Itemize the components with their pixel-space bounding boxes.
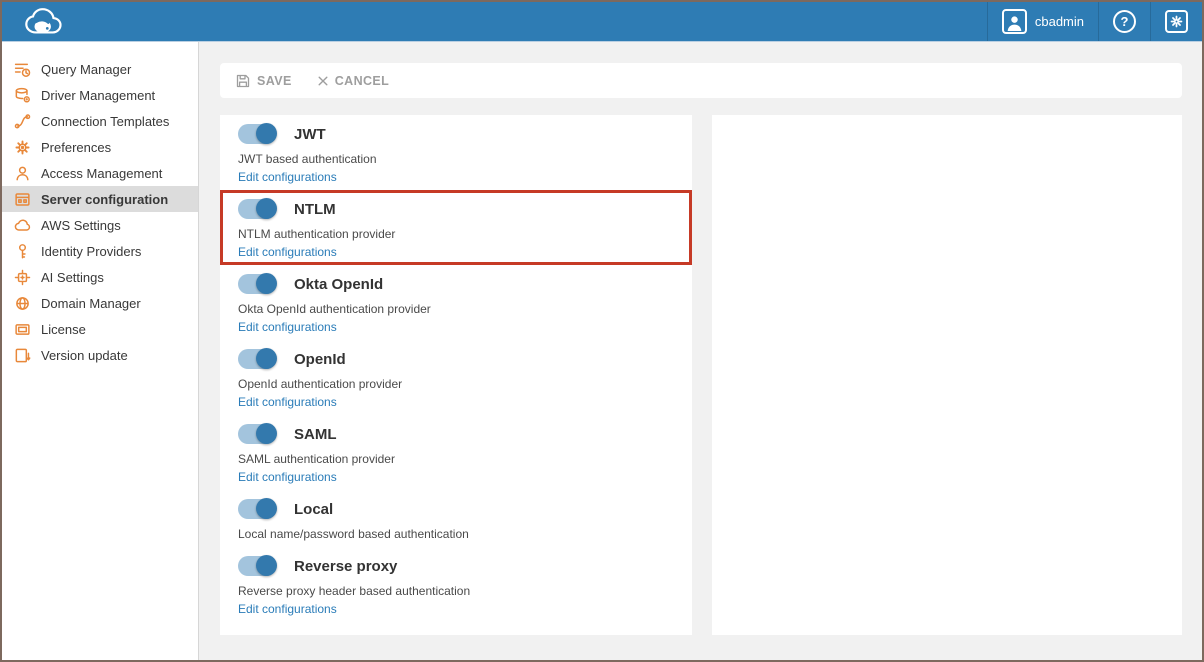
provider-name: NTLM <box>294 201 336 218</box>
save-button[interactable]: SAVE <box>236 74 292 88</box>
provider-description: Reverse proxy header based authenticatio… <box>238 584 674 598</box>
sidebar-item-aws-settings[interactable]: AWS Settings <box>2 212 198 238</box>
user-avatar-icon <box>1002 9 1027 34</box>
sidebar-item-connection-templates[interactable]: Connection Templates <box>2 108 198 134</box>
app-window: cbadmin ? <box>2 2 1202 660</box>
provider-description: JWT based authentication <box>238 152 674 166</box>
provider-name: OpenId <box>294 351 346 368</box>
detail-panel <box>712 115 1182 635</box>
app-logo <box>2 2 68 41</box>
provider-jwt: JWT JWT based authentication Edit config… <box>220 115 692 190</box>
sidebar-item-query-manager[interactable]: Query Manager <box>2 56 198 82</box>
preferences-gear-icon <box>14 139 31 156</box>
provider-description: OpenId authentication provider <box>238 377 674 391</box>
identity-key-icon <box>14 243 31 260</box>
ai-chip-icon <box>14 269 31 286</box>
provider-name: SAML <box>294 426 337 443</box>
question-mark-icon: ? <box>1113 10 1136 33</box>
sidebar-item-ai-settings[interactable]: AI Settings <box>2 264 198 290</box>
help-button[interactable]: ? <box>1098 2 1150 41</box>
user-menu[interactable]: cbadmin <box>987 2 1098 41</box>
server-configuration-icon <box>14 191 31 208</box>
main-area: SAVE CANCEL JWT <box>199 42 1202 660</box>
edit-configurations-link[interactable]: Edit configurations <box>238 245 337 259</box>
provider-name: Reverse proxy <box>294 558 397 575</box>
cloudbeaver-beaver-cloud-logo <box>22 6 68 37</box>
driver-management-icon <box>14 87 31 104</box>
provider-description: Okta OpenId authentication provider <box>238 302 674 316</box>
provider-local: Local Local name/password based authenti… <box>220 490 692 547</box>
sidebar-item-label: Access Management <box>41 166 162 181</box>
ntlm-toggle[interactable] <box>238 199 276 219</box>
edit-configurations-link[interactable]: Edit configurations <box>238 395 337 409</box>
edit-configurations-link[interactable]: Edit configurations <box>238 170 337 184</box>
saml-toggle[interactable] <box>238 424 276 444</box>
sidebar-item-label: AWS Settings <box>41 218 121 233</box>
sidebar-item-label: Query Manager <box>41 62 131 77</box>
cancel-button[interactable]: CANCEL <box>318 74 389 88</box>
provider-okta-openid: Okta OpenId Okta OpenId authentication p… <box>220 265 692 340</box>
sidebar-item-access-management[interactable]: Access Management <box>2 160 198 186</box>
content-area: Query Manager Driver Management Connecti… <box>2 42 1202 660</box>
settings-button[interactable] <box>1150 2 1202 41</box>
local-toggle[interactable] <box>238 499 276 519</box>
connection-templates-icon <box>14 113 31 130</box>
admin-sidebar: Query Manager Driver Management Connecti… <box>2 42 199 660</box>
version-update-icon <box>14 347 31 364</box>
provider-description: SAML authentication provider <box>238 452 674 466</box>
sidebar-item-label: Connection Templates <box>41 114 169 129</box>
auth-providers-panel: JWT JWT based authentication Edit config… <box>220 115 692 635</box>
query-manager-icon <box>14 61 31 78</box>
jwt-toggle[interactable] <box>238 124 276 144</box>
username-label: cbadmin <box>1035 14 1084 29</box>
access-management-icon <box>14 165 31 182</box>
sidebar-item-preferences[interactable]: Preferences <box>2 134 198 160</box>
domain-globe-icon <box>14 295 31 312</box>
aws-cloud-icon <box>14 217 31 234</box>
okta-openid-toggle[interactable] <box>238 274 276 294</box>
provider-name: Okta OpenId <box>294 276 383 293</box>
save-button-label: SAVE <box>257 74 292 88</box>
sidebar-item-label: Preferences <box>41 140 111 155</box>
provider-openid: OpenId OpenId authentication provider Ed… <box>220 340 692 415</box>
provider-description: NTLM authentication provider <box>238 227 674 241</box>
top-header-bar: cbadmin ? <box>2 2 1202 42</box>
reverse-proxy-toggle[interactable] <box>238 556 276 576</box>
sidebar-item-driver-management[interactable]: Driver Management <box>2 82 198 108</box>
provider-name: JWT <box>294 126 326 143</box>
cancel-button-label: CANCEL <box>335 74 389 88</box>
license-card-icon <box>14 321 31 338</box>
edit-configurations-link[interactable]: Edit configurations <box>238 320 337 334</box>
panels-row: JWT JWT based authentication Edit config… <box>220 115 1182 635</box>
provider-saml: SAML SAML authentication provider Edit c… <box>220 415 692 490</box>
provider-name: Local <box>294 501 333 518</box>
edit-configurations-link[interactable]: Edit configurations <box>238 470 337 484</box>
sidebar-item-license[interactable]: License <box>2 316 198 342</box>
edit-toolbar: SAVE CANCEL <box>220 63 1182 98</box>
sidebar-item-label: Domain Manager <box>41 296 141 311</box>
sidebar-item-identity-providers[interactable]: Identity Providers <box>2 238 198 264</box>
gear-icon <box>1165 10 1188 33</box>
sidebar-item-server-configuration[interactable]: Server configuration <box>2 186 198 212</box>
sidebar-item-label: Identity Providers <box>41 244 141 259</box>
x-cancel-icon <box>318 76 328 86</box>
sidebar-item-domain-manager[interactable]: Domain Manager <box>2 290 198 316</box>
sidebar-item-version-update[interactable]: Version update <box>2 342 198 368</box>
openid-toggle[interactable] <box>238 349 276 369</box>
sidebar-item-label: AI Settings <box>41 270 104 285</box>
provider-ntlm ntlm-highlight-box: NTLM NTLM authentication provider Edit c… <box>220 190 692 265</box>
sidebar-item-label: Server configuration <box>41 192 168 207</box>
sidebar-item-label: Version update <box>41 348 128 363</box>
edit-configurations-link[interactable]: Edit configurations <box>238 602 337 616</box>
sidebar-item-label: License <box>41 322 86 337</box>
header-actions: cbadmin ? <box>987 2 1202 41</box>
sidebar-item-label: Driver Management <box>41 88 155 103</box>
floppy-save-icon <box>236 74 250 88</box>
provider-description: Local name/password based authentication <box>238 527 674 541</box>
provider-reverse-proxy: Reverse proxy Reverse proxy header based… <box>220 547 692 622</box>
